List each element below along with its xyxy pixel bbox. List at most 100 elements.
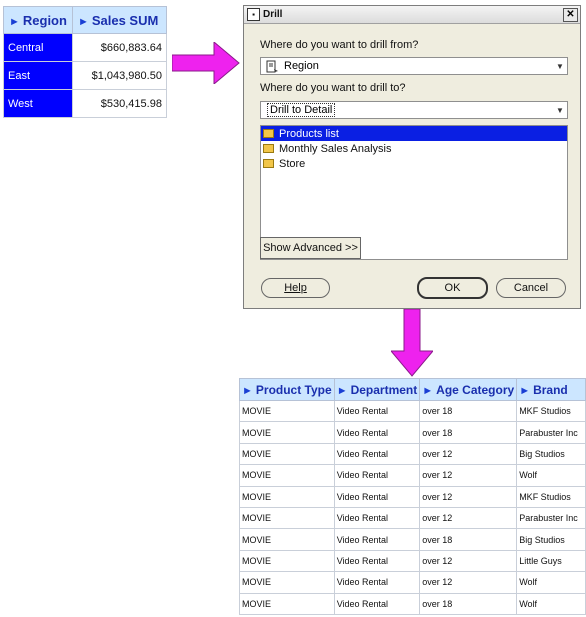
drill-to-label: Where do you want to drill to? <box>260 82 406 94</box>
ok-button[interactable]: OK <box>417 277 488 299</box>
table-row: West $530,415.98 <box>3 89 167 118</box>
result-rows: MOVIE Video Rental over 18 MKF Studios MOVIE… <box>239 399 586 615</box>
right-arrow-icon <box>172 42 240 84</box>
drill-dialog: ▪ Drill ✕ Where do you want to drill fro… <box>243 5 581 309</box>
help-button[interactable]: Help <box>261 278 330 298</box>
table-cell: MOVIE <box>239 485 335 508</box>
table-cell: Video Rental <box>333 464 421 487</box>
table-cell: over 12 <box>419 442 518 466</box>
table-cell: Wolf <box>516 571 586 594</box>
table-cell: over 12 <box>419 549 518 573</box>
cancel-button[interactable]: Cancel <box>496 278 566 298</box>
age-category-header[interactable]: ► Age Category <box>419 378 518 401</box>
region-header[interactable]: ► Region <box>3 6 73 34</box>
drill-to-value: Drill to Detail <box>267 103 336 117</box>
table-cell: over 12 <box>419 506 518 530</box>
dialog-titlebar[interactable]: ▪ Drill ✕ <box>244 6 580 24</box>
department-header[interactable]: ► Department <box>333 378 421 401</box>
table-cell: MOVIE <box>239 464 335 487</box>
table-cell: Video Rental <box>333 571 421 594</box>
triangle-icon: ► <box>336 384 348 397</box>
table-cell: Big Studios <box>516 442 586 466</box>
triangle-icon: ► <box>519 384 531 397</box>
table-cell: over 18 <box>419 421 518 444</box>
table-cell: over 18 <box>419 592 518 615</box>
table-cell: Video Rental <box>333 442 421 466</box>
table-cell: MOVIE <box>239 549 335 573</box>
drill-from-label: Where do you want to drill from? <box>260 39 419 51</box>
sales-cell: $660,883.64 <box>71 33 167 62</box>
document-icon <box>266 60 278 72</box>
table-cell: Video Rental <box>333 399 421 423</box>
sales-sum-header[interactable]: ► Sales SUM <box>71 6 167 34</box>
table-row: MOVIE Video Rental over 18 Big Studios <box>239 528 586 551</box>
close-icon[interactable]: ✕ <box>563 7 578 22</box>
folder-icon <box>263 159 274 168</box>
table-cell: Video Rental <box>333 506 421 530</box>
table-cell: Video Rental <box>333 592 421 615</box>
table-cell: MKF Studios <box>516 485 586 508</box>
region-cell[interactable]: East <box>3 61 73 90</box>
table-cell: MOVIE <box>239 506 335 530</box>
app-icon: ▪ <box>247 8 260 21</box>
table-cell: Video Rental <box>333 528 421 551</box>
table-row: MOVIE Video Rental over 12 Little Guys <box>239 549 586 573</box>
region-cell[interactable]: West <box>3 89 73 118</box>
list-item[interactable]: Products list <box>261 126 567 141</box>
table-cell: Video Rental <box>333 485 421 508</box>
triangle-icon: ► <box>242 384 253 397</box>
chevron-down-icon[interactable]: ▼ <box>553 62 567 71</box>
sales-cell: $530,415.98 <box>71 89 167 118</box>
table-row: MOVIE Video Rental over 18 Wolf <box>239 592 586 615</box>
table-cell: over 12 <box>419 571 518 594</box>
chevron-down-icon[interactable]: ▼ <box>553 106 567 115</box>
drill-result-table: ► Product Type ► Department ► Age Category … <box>239 378 586 615</box>
table-cell: over 18 <box>419 399 518 423</box>
table-cell: Video Rental <box>333 549 421 573</box>
table-cell: MOVIE <box>239 421 335 444</box>
source-crosstab: ► Region ► Sales SUM Central $660,883.64 E… <box>3 6 167 118</box>
table-row: MOVIE Video Rental over 12 Parabuster Inc <box>239 506 586 530</box>
table-cell: MOVIE <box>239 528 335 551</box>
table-row: MOVIE Video Rental over 18 Parabuster Inc <box>239 421 586 444</box>
show-advanced-button[interactable]: Show Advanced >> <box>260 237 361 259</box>
table-cell: MKF Studios <box>516 399 586 423</box>
drill-from-value: Region <box>284 60 319 72</box>
drill-to-select[interactable]: Drill to Detail ▼ <box>260 101 568 119</box>
table-cell: over 12 <box>419 485 518 508</box>
table-cell: over 12 <box>419 464 518 487</box>
triangle-icon: ► <box>422 384 434 397</box>
table-row: MOVIE Video Rental over 12 Big Studios <box>239 442 586 466</box>
table-row: East $1,043,980.50 <box>3 61 167 90</box>
table-cell: Parabuster Inc <box>516 421 586 444</box>
triangle-icon: ► <box>9 15 20 28</box>
folder-icon <box>263 144 274 153</box>
table-row: MOVIE Video Rental over 12 MKF Studios <box>239 485 586 508</box>
table-cell: Wolf <box>516 464 586 487</box>
table-row: MOVIE Video Rental over 12 Wolf <box>239 571 586 594</box>
triangle-icon: ► <box>77 15 89 28</box>
list-item[interactable]: Store <box>261 156 567 171</box>
table-cell: over 18 <box>419 528 518 551</box>
table-cell: Parabuster Inc <box>516 506 586 530</box>
region-cell[interactable]: Central <box>3 33 73 62</box>
product-type-header[interactable]: ► Product Type <box>239 378 335 401</box>
table-row: MOVIE Video Rental over 18 MKF Studios <box>239 399 586 423</box>
down-arrow-icon <box>391 309 433 377</box>
table-cell: Little Guys <box>516 549 586 573</box>
folder-icon <box>263 129 274 138</box>
dialog-title: Drill <box>263 9 283 20</box>
table-cell: Wolf <box>516 592 586 615</box>
table-cell: MOVIE <box>239 571 335 594</box>
table-cell: MOVIE <box>239 592 335 615</box>
table-row: MOVIE Video Rental over 12 Wolf <box>239 464 586 487</box>
table-cell: Video Rental <box>333 421 421 444</box>
table-row: Central $660,883.64 <box>3 33 167 62</box>
brand-header[interactable]: ► Brand <box>516 378 586 401</box>
drill-from-select[interactable]: Region ▼ <box>260 57 568 75</box>
sales-cell: $1,043,980.50 <box>71 61 167 90</box>
table-cell: MOVIE <box>239 442 335 466</box>
table-cell: Big Studios <box>516 528 586 551</box>
table-cell: MOVIE <box>239 399 335 423</box>
list-item[interactable]: Monthly Sales Analysis <box>261 141 567 156</box>
